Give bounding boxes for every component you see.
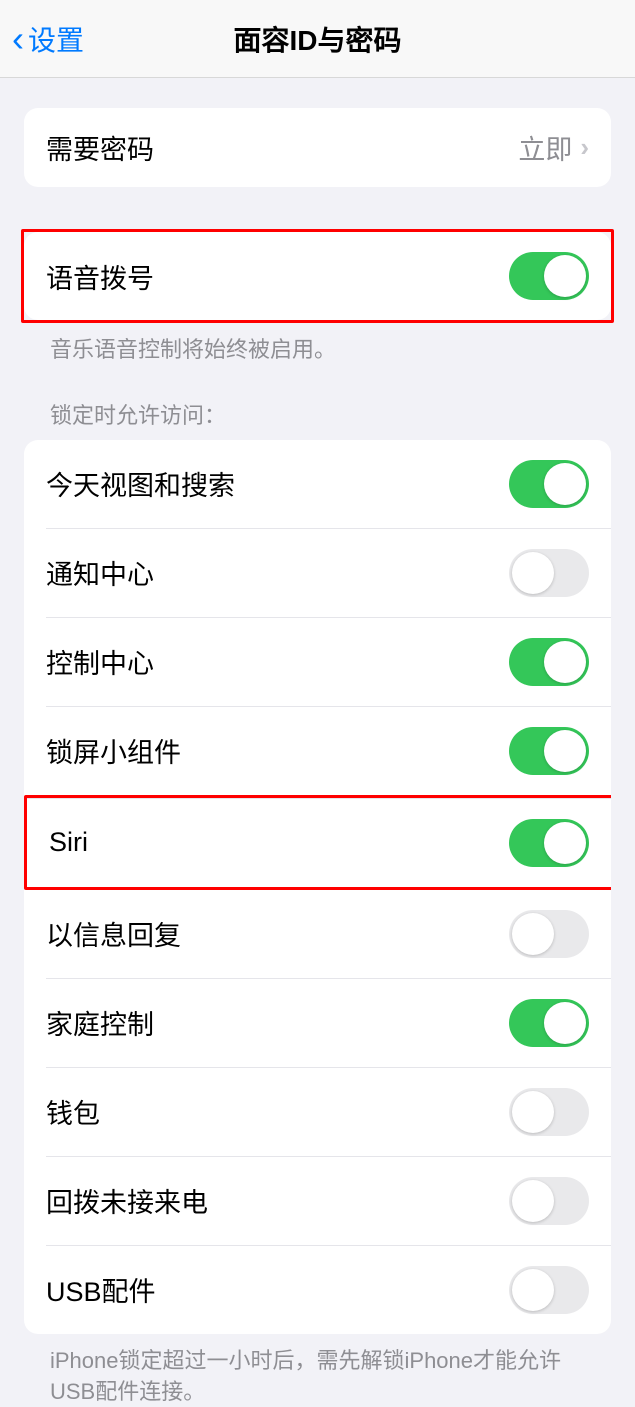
lock-access-row: USB配件 [46,1245,611,1334]
voice-dial-row: 语音拨号 [24,232,611,320]
lock-access-row: 以信息回复 [24,890,611,978]
lock-access-label: 钱包 [46,1092,100,1131]
voice-dial-label: 语音拨号 [46,257,154,296]
lock-access-toggle[interactable] [509,549,589,597]
require-passcode-value: 立即 [518,128,572,167]
page-title: 面容ID与密码 [233,19,401,59]
lock-access-row: 今天视图和搜索 [24,440,611,528]
back-button[interactable]: ‹ 设置 [12,18,84,60]
lock-access-toggle[interactable] [509,819,589,867]
highlight-siri: Siri [24,795,611,890]
lock-access-label: 锁屏小组件 [46,731,181,770]
lock-access-toggle[interactable] [509,638,589,686]
lock-access-toggle[interactable] [509,1266,589,1314]
require-passcode-row[interactable]: 需要密码 立即 › [24,108,611,187]
lock-access-row: 回拨未接来电 [46,1156,611,1245]
nav-header: ‹ 设置 面容ID与密码 [0,0,635,78]
lock-access-toggle[interactable] [509,1177,589,1225]
voice-dial-footer: 音乐语音控制将始终被启用。 [24,323,611,366]
lock-access-row: 家庭控制 [46,978,611,1067]
lock-access-label: USB配件 [46,1270,156,1309]
lock-access-toggle[interactable] [509,910,589,958]
lock-access-label: 家庭控制 [46,1003,154,1042]
lock-access-row: 钱包 [46,1067,611,1156]
require-passcode-label: 需要密码 [46,128,154,167]
lock-access-footer: iPhone锁定超过一小时后，需先解锁iPhone才能允许USB配件连接。 [24,1334,611,1407]
lock-access-label: 通知中心 [46,553,154,592]
lock-access-toggle[interactable] [509,460,589,508]
back-label: 设置 [28,19,84,59]
lock-access-label: 今天视图和搜索 [46,464,235,503]
lock-access-toggle[interactable] [509,999,589,1047]
chevron-left-icon: ‹ [12,18,24,60]
lock-access-label: Siri [49,827,88,858]
lock-access-header: 锁定时允许访问： [24,398,611,440]
lock-access-toggle[interactable] [509,1088,589,1136]
voice-dial-toggle[interactable] [509,252,589,300]
lock-access-row: 通知中心 [46,528,611,617]
lock-access-row: Siri [27,798,611,887]
lock-access-toggle[interactable] [509,727,589,775]
lock-access-row: 控制中心 [46,617,611,706]
chevron-right-icon: › [580,132,589,163]
lock-access-label: 控制中心 [46,642,154,681]
lock-access-row: 锁屏小组件 [46,706,611,795]
lock-access-label: 回拨未接来电 [46,1181,208,1220]
lock-access-label: 以信息回复 [46,914,181,953]
highlight-voice-dial: 语音拨号 [21,229,614,323]
